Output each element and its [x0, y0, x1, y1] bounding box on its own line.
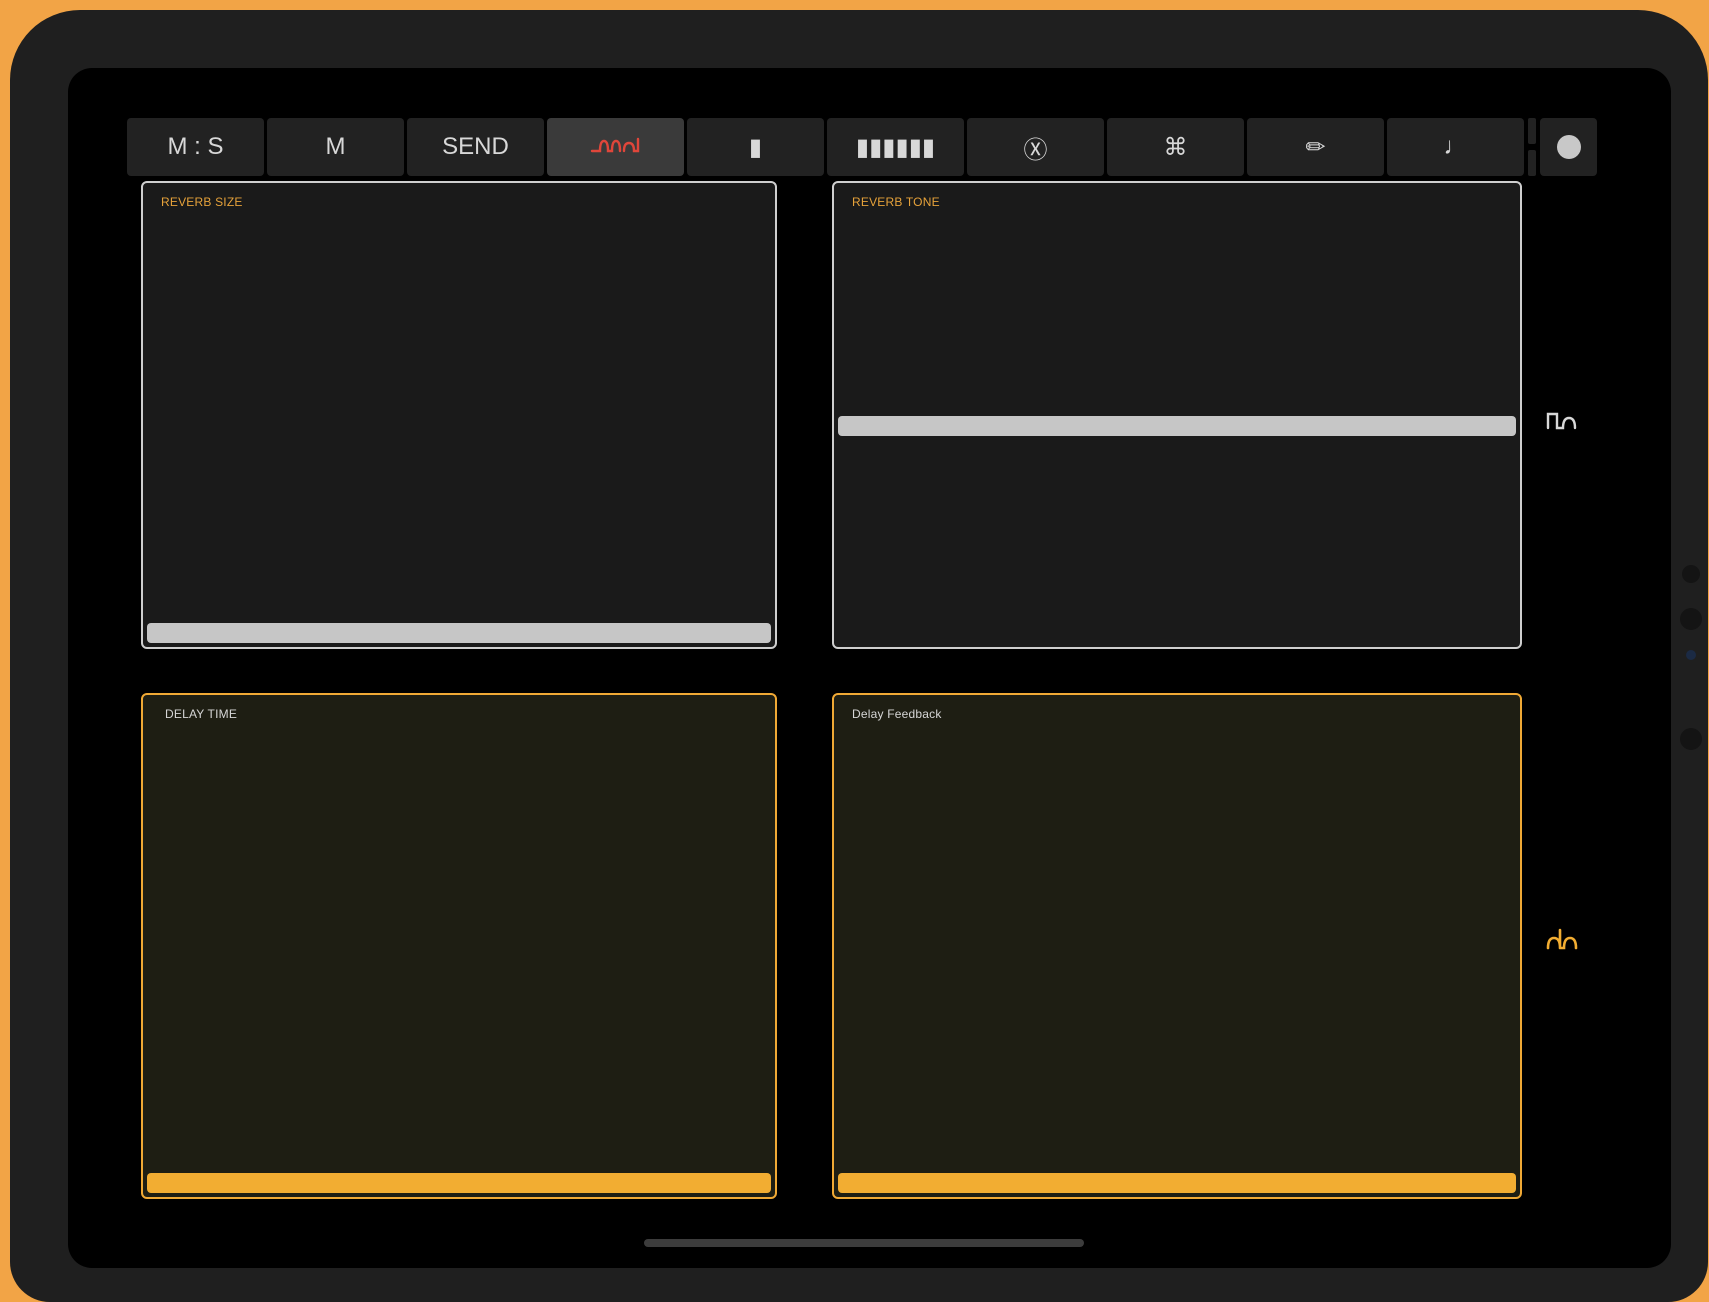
delay-time-pad[interactable]: DELAY TIME — [141, 693, 777, 1199]
delay-time-slider-bar[interactable] — [147, 1173, 771, 1193]
delay-feedback-pad[interactable]: Delay Feedback — [832, 693, 1522, 1199]
pencil-button[interactable]: ✏ — [1247, 118, 1384, 176]
reverb-tone-pad[interactable]: REVERB TONE — [832, 181, 1522, 649]
ms-button[interactable]: M : S — [127, 118, 264, 176]
circle-x-button[interactable]: Ⓧ — [967, 118, 1104, 176]
multi-bar-button[interactable]: ▮▮▮▮▮▮ — [827, 118, 964, 176]
delay-feedback-slider-bar[interactable] — [838, 1173, 1516, 1193]
tablet-device: M : S M SEND ▮ ▮▮▮▮▮▮ Ⓧ ⌘ ✏ ♩ REVERB SIZ… — [10, 10, 1708, 1302]
reverb-size-slider-bar[interactable] — [147, 623, 771, 643]
single-bar-button[interactable]: ▮ — [687, 118, 824, 176]
reverb-size-pad[interactable]: REVERB SIZE — [141, 181, 777, 649]
fx-tab-button[interactable] — [547, 118, 684, 176]
note-button[interactable]: ♩ — [1387, 118, 1524, 176]
delay-time-label: DELAY TIME — [165, 707, 238, 721]
reverb-tone-slider-bar[interactable] — [838, 416, 1516, 436]
reverb-size-label: REVERB SIZE — [161, 195, 243, 209]
m-button[interactable]: M — [267, 118, 404, 176]
toolbar-separator — [1527, 118, 1537, 176]
camera-dot — [1686, 650, 1696, 660]
fx-wave-icon — [590, 137, 639, 153]
command-button[interactable]: ⌘ — [1107, 118, 1244, 176]
top-toolbar: M : S M SEND ▮ ▮▮▮▮▮▮ Ⓧ ⌘ ✏ ♩ — [127, 118, 1597, 176]
delay-wave-icon — [1546, 928, 1578, 950]
home-indicator[interactable] — [644, 1239, 1084, 1247]
app-screen: M : S M SEND ▮ ▮▮▮▮▮▮ Ⓧ ⌘ ✏ ♩ REVERB SIZ… — [68, 68, 1671, 1268]
camera-dot — [1680, 728, 1702, 750]
reverb-tone-label: REVERB TONE — [852, 195, 940, 209]
send-button[interactable]: SEND — [407, 118, 544, 176]
camera-dot — [1680, 608, 1702, 630]
camera-dot — [1682, 565, 1700, 583]
reverb-wave-icon — [1546, 412, 1577, 430]
record-button[interactable] — [1540, 118, 1597, 176]
record-dot-icon — [1556, 135, 1581, 159]
delay-feedback-label: Delay Feedback — [852, 707, 942, 721]
